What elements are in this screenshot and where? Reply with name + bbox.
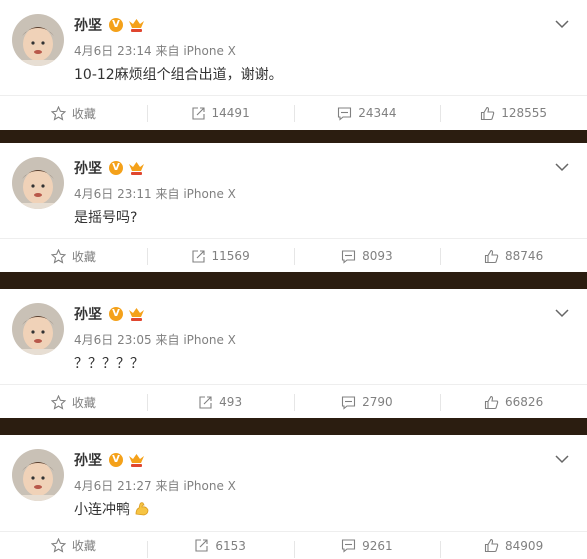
comment-count: 2790 [362,395,393,409]
repost-icon [191,249,205,263]
post-source: 来自 iPhone X [155,187,236,201]
crown-icon[interactable] [128,17,145,33]
comment-icon [342,539,356,553]
like-count: 84909 [505,538,544,553]
like-count: 128555 [501,106,548,120]
flexed-biceps-emoji [136,502,149,516]
repost-count: 493 [219,395,243,409]
like-button[interactable]: 66826 [440,385,587,419]
chevron-down-icon[interactable] [555,449,569,464]
username[interactable]: 孙坚 [74,15,102,35]
comment-count: 8093 [362,249,393,263]
avatar[interactable] [12,449,64,501]
repost-icon [191,106,205,120]
post-meta: 4月6日 21:27 来自 iPhone X [74,477,236,494]
weibo-post: 孙坚 V 4月6日 23:05 来自 iPhone X ？？？？？ 收藏 493… [0,289,587,418]
post-actions: 收藏 6153 9261 84909 [0,531,587,559]
chevron-down-icon[interactable] [555,303,569,318]
repost-button[interactable]: 11569 [146,239,294,273]
comment-button[interactable]: 24344 [293,96,441,130]
comment-count: 24344 [358,106,397,120]
favorite-label: 收藏 [71,106,96,121]
username[interactable]: 孙坚 [74,450,102,470]
favorite-button[interactable]: 收藏 [0,96,147,130]
weibo-post: 孙坚 V 4月6日 23:11 来自 iPhone X 是摇号吗? 收藏 115… [0,143,587,272]
post-meta: 4月6日 23:05 来自 iPhone X [74,331,236,348]
post-meta: 4月6日 23:11 来自 iPhone X [74,185,236,202]
verified-v-icon: V [109,307,123,321]
thumbs-up-icon [484,249,499,263]
post-text-body: 小连冲鸭 [74,502,130,518]
post-source: 来自 iPhone X [155,479,236,493]
crown-icon[interactable] [128,306,145,322]
star-icon [50,394,66,410]
repost-button[interactable]: 6153 [146,532,294,559]
favorite-label: 收藏 [71,539,96,553]
thumbs-up-icon [481,106,495,120]
weibo-post: 孙坚 V 4月6日 21:27 来自 iPhone X 小连冲鸭 收藏 6153 [0,435,587,559]
post-text: 是摇号吗? [74,210,138,226]
star-icon [50,248,66,264]
post-text: 10-12麻烦组个组合出道，谢谢。 [74,67,283,83]
post-text: ？？？？？ [74,356,144,372]
verified-v-icon: V [109,161,123,175]
post-actions: 收藏 11569 8093 88746 [0,238,587,273]
repost-button[interactable]: 14491 [146,96,294,130]
repost-count: 11569 [211,249,250,263]
comment-icon [342,249,356,264]
post-actions: 收藏 14491 24344 128555 [0,95,587,130]
post-time[interactable]: 4月6日 23:05 [74,333,152,347]
like-button[interactable]: 128555 [440,96,587,130]
favorite-label: 收藏 [71,395,96,410]
post-meta: 4月6日 23:14 来自 iPhone X [74,42,236,59]
like-button[interactable]: 84909 [440,532,587,559]
username[interactable]: 孙坚 [74,158,102,178]
post-time[interactable]: 4月6日 21:27 [74,479,152,493]
comment-button[interactable]: 8093 [293,239,441,273]
repost-count: 6153 [215,538,246,553]
favorite-button[interactable]: 收藏 [0,239,147,273]
chevron-down-icon[interactable] [555,14,569,29]
comment-icon [342,395,356,410]
crown-icon[interactable] [128,452,145,468]
weibo-feed: 孙坚 V 4月6日 23:14 来自 iPhone X 10-12麻烦组个组合出… [0,0,587,559]
post-text: 小连冲鸭 [74,499,150,519]
post-source: 来自 iPhone X [155,44,236,58]
crown-icon[interactable] [128,160,145,176]
verified-v-icon: V [109,18,123,32]
thumbs-up-icon [484,395,499,409]
repost-icon [195,539,208,552]
like-count: 66826 [505,395,544,409]
verified-v-icon: V [109,453,123,467]
post-source: 来自 iPhone X [155,333,236,347]
favorite-button[interactable]: 收藏 [0,385,147,419]
like-button[interactable]: 88746 [440,239,587,273]
comment-icon [338,106,352,121]
comment-button[interactable]: 9261 [293,532,441,559]
star-icon [50,105,66,121]
avatar[interactable] [12,303,64,355]
comment-button[interactable]: 2790 [293,385,441,419]
thumbs-up-icon [484,538,499,553]
post-time[interactable]: 4月6日 23:14 [74,44,152,58]
chevron-down-icon[interactable] [555,157,569,172]
avatar[interactable] [12,157,64,209]
repost-count: 14491 [211,106,250,120]
comment-count: 9261 [362,538,393,553]
repost-button[interactable]: 493 [146,385,294,419]
star-icon [50,538,66,553]
favorite-label: 收藏 [71,249,96,264]
favorite-button[interactable]: 收藏 [0,532,147,559]
post-actions: 收藏 493 2790 66826 [0,384,587,419]
username[interactable]: 孙坚 [74,304,102,324]
repost-icon [199,395,212,409]
post-time[interactable]: 4月6日 23:11 [74,187,152,201]
like-count: 88746 [505,249,544,263]
avatar[interactable] [12,14,64,66]
weibo-post: 孙坚 V 4月6日 23:14 来自 iPhone X 10-12麻烦组个组合出… [0,0,587,130]
